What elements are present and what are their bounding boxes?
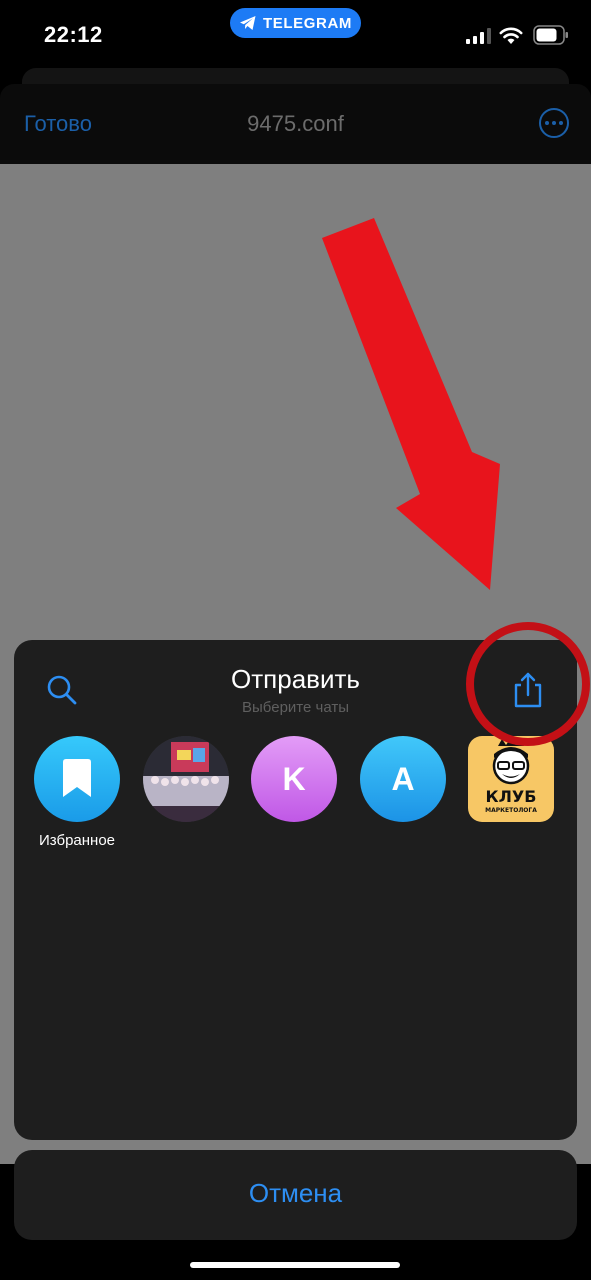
share-sheet: Отправить Выберите чаты Избранное K A КЛ… xyxy=(14,640,577,1140)
contact-avatar: A xyxy=(360,736,446,822)
contact-saved-messages[interactable]: Избранное xyxy=(33,736,121,849)
club-logo-subtext: МАРКЕТОЛОГА xyxy=(485,807,537,814)
telegram-pill-label: TELEGRAM xyxy=(263,14,352,32)
contact-avatar: K xyxy=(251,736,337,822)
share-sheet-subtitle: Выберите чаты xyxy=(242,699,349,716)
saved-messages-avatar xyxy=(34,736,120,822)
bookmark-icon xyxy=(63,759,91,797)
cancel-label: Отмена xyxy=(248,1177,343,1208)
contact-a[interactable]: A xyxy=(359,736,447,822)
status-bar: 22:12 TELEGRAM xyxy=(0,0,591,70)
cellular-signal-icon xyxy=(466,28,491,44)
contact-club[interactable]: КЛУБ МАРКЕТОЛОГА xyxy=(467,736,555,822)
telegram-icon xyxy=(240,16,256,30)
status-time: 22:12 xyxy=(44,22,103,47)
battery-icon xyxy=(533,25,568,45)
club-logo-image: КЛУБ МАРКЕТОЛОГА xyxy=(485,738,537,814)
more-options-icon[interactable] xyxy=(539,108,569,138)
group-photo-image xyxy=(143,736,229,822)
club-logo-avatar: КЛУБ МАРКЕТОЛОГА xyxy=(468,736,554,822)
contact-group[interactable] xyxy=(142,736,230,822)
share-export-icon[interactable] xyxy=(510,670,546,710)
cancel-button[interactable]: Отмена xyxy=(14,1150,577,1240)
wifi-icon xyxy=(499,27,523,44)
share-sheet-title: Отправить xyxy=(231,664,360,694)
avatar-initial: K xyxy=(282,760,306,797)
document-title: 9475.conf xyxy=(247,111,344,136)
club-logo-text: КЛУБ xyxy=(486,787,537,806)
home-indicator xyxy=(190,1262,400,1268)
contact-k[interactable]: K xyxy=(250,736,338,822)
document-nav-bar: Готово 9475.conf xyxy=(0,84,591,164)
contact-name: Избранное xyxy=(38,832,116,849)
group-photo-avatar xyxy=(143,736,229,822)
telegram-pill[interactable]: TELEGRAM xyxy=(230,8,361,38)
avatar-initial: A xyxy=(391,760,415,797)
